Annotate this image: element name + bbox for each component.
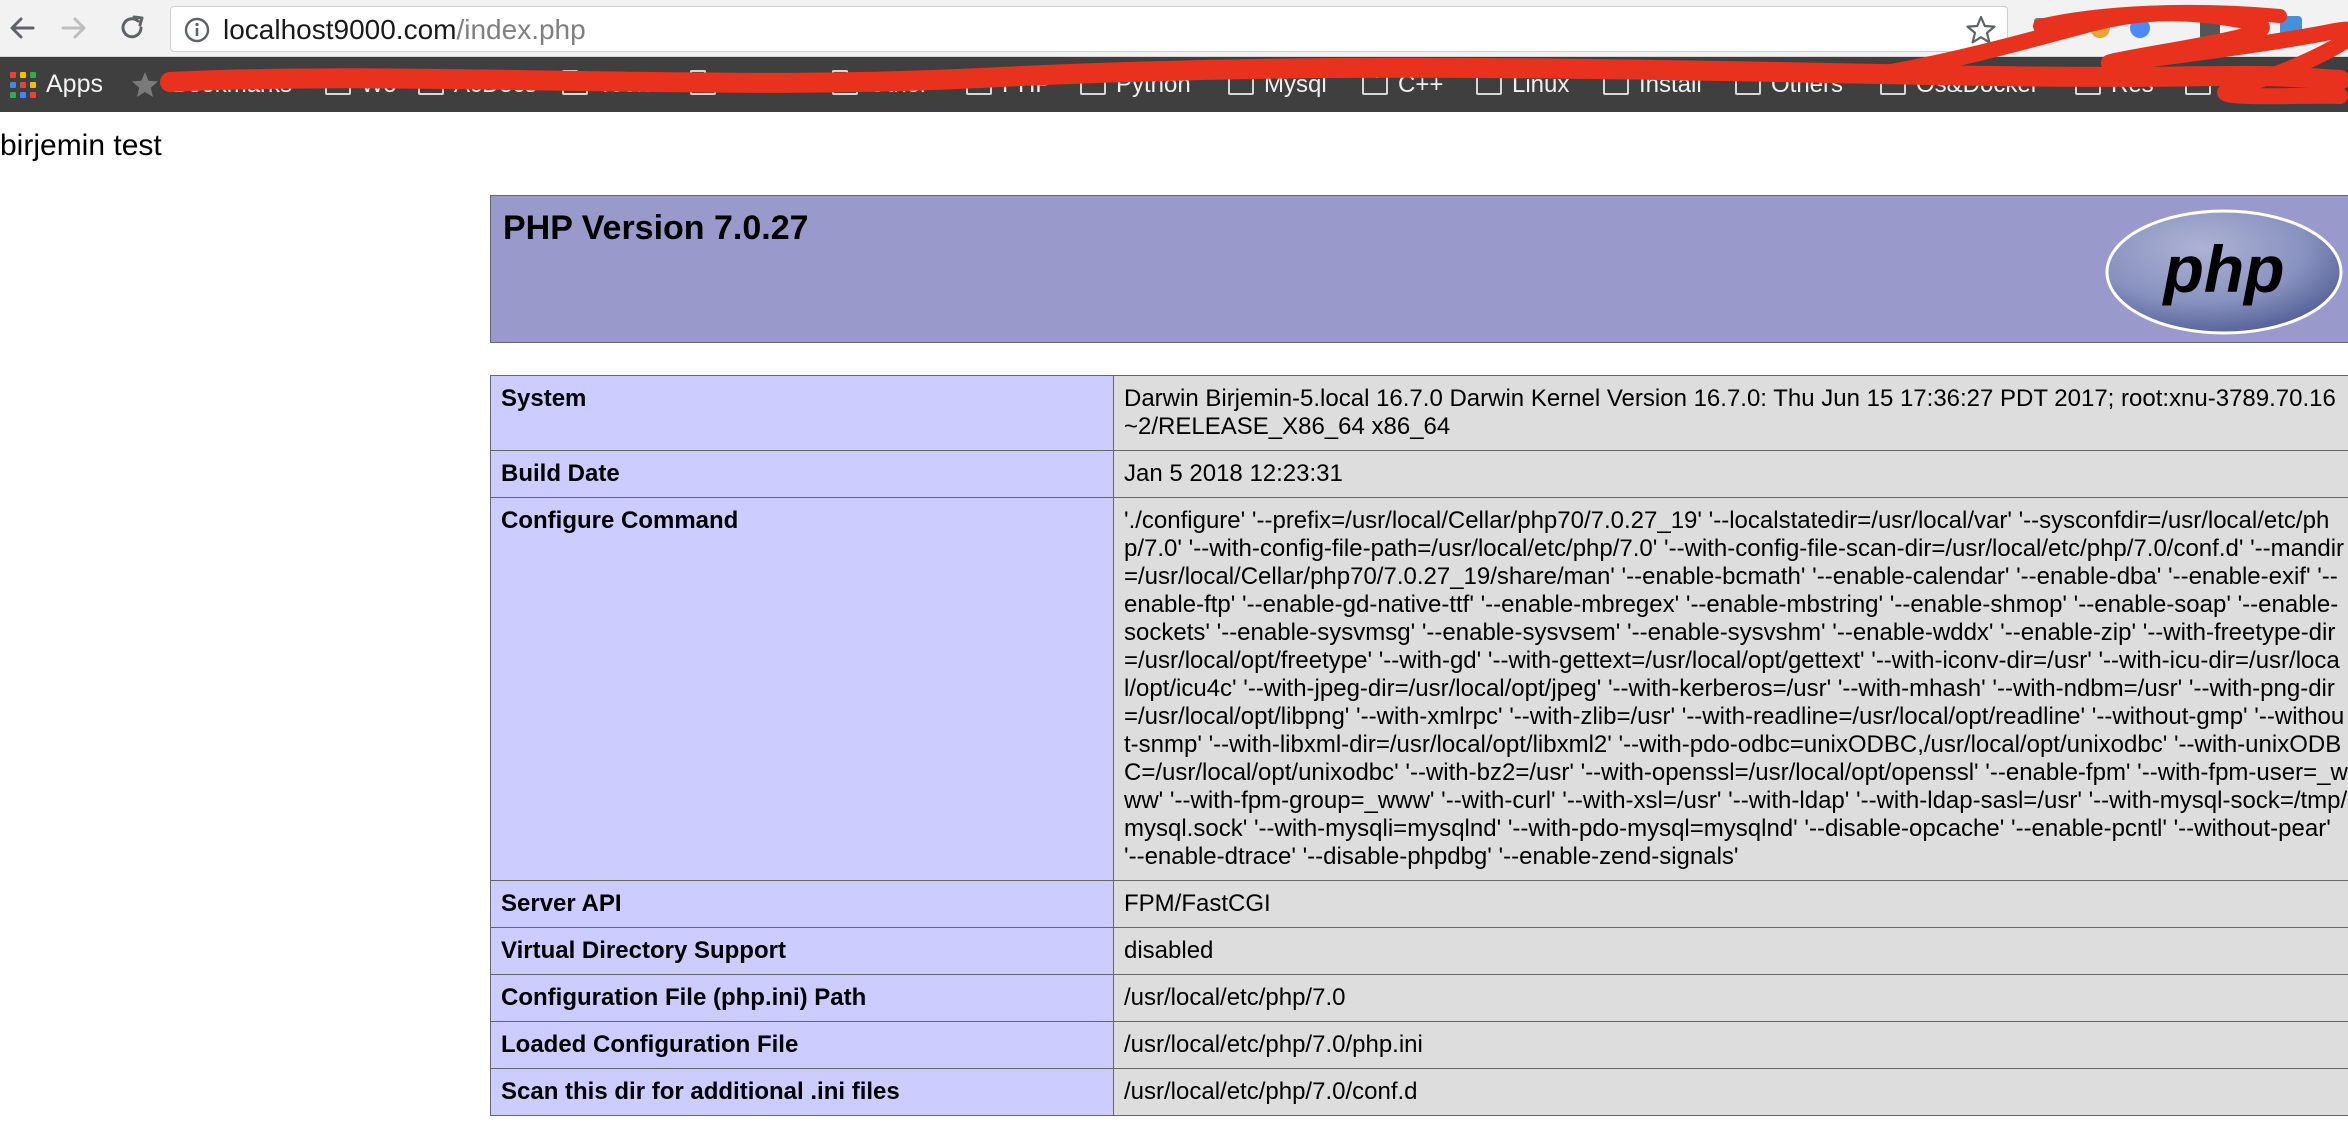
bookmark-label: Os&Docker bbox=[1916, 70, 2039, 98]
extensions-icon bbox=[2034, 16, 2302, 38]
folder-icon bbox=[1735, 69, 1761, 95]
phpinfo-table: System Darwin Birjemin-5.local 16.7.0 Da… bbox=[490, 375, 2348, 1116]
row-value: /usr/local/etc/php/7.0/php.ini bbox=[1113, 1021, 2348, 1069]
row-value: /usr/local/etc/php/7.0 bbox=[1113, 974, 2348, 1022]
bookmark-folder[interactable]: Other bbox=[832, 57, 928, 112]
bookmark-star-icon[interactable] bbox=[1965, 14, 1997, 46]
row-key: Scan this dir for additional .ini files bbox=[490, 1068, 1114, 1116]
table-row: Loaded Configuration File /usr/local/etc… bbox=[490, 1021, 2348, 1069]
bookmarks-bar: Apps Bookmarks Wo AcDocs Tools Github Ot… bbox=[0, 57, 2348, 112]
bookmark-folder[interactable]: Install bbox=[1603, 57, 1702, 112]
folder-icon bbox=[325, 69, 351, 95]
bookmark-label: Bookmarks bbox=[172, 70, 293, 98]
bookmark-folder[interactable]: Github bbox=[690, 57, 797, 112]
php-version-title: PHP Version 7.0.27 bbox=[503, 209, 809, 247]
row-value: FPM/FastCGI bbox=[1113, 880, 2348, 928]
bookmark-folder[interactable]: Tools bbox=[562, 57, 654, 112]
row-value: disabled bbox=[1113, 927, 2348, 975]
folder-icon bbox=[562, 69, 588, 95]
row-key: Loaded Configuration File bbox=[490, 1021, 1114, 1069]
row-key: Configure Command bbox=[490, 497, 1114, 881]
apps-label: Apps bbox=[46, 70, 103, 98]
php-logo-text: php bbox=[2162, 232, 2285, 306]
bookmark-label: Tools bbox=[598, 70, 655, 98]
bookmark-folder[interactable]: Wo bbox=[325, 57, 397, 112]
forward-button[interactable] bbox=[54, 8, 94, 48]
bookmark-item[interactable]: Bookmarks bbox=[172, 57, 292, 112]
bookmark-folder[interactable]: Mysql bbox=[1228, 57, 1327, 112]
folder-icon bbox=[966, 69, 992, 95]
folder-icon bbox=[1080, 69, 1106, 95]
star-icon bbox=[132, 72, 158, 97]
reload-icon bbox=[121, 15, 144, 39]
info-icon[interactable] bbox=[183, 16, 211, 44]
table-row: Scan this dir for additional .ini files … bbox=[490, 1068, 2348, 1116]
address-bar[interactable]: localhost9000.com/index.php bbox=[170, 6, 2008, 52]
back-arrow-icon bbox=[10, 17, 35, 39]
bookmark-label: AcDocs bbox=[454, 70, 537, 98]
bookmark-label: Mysql bbox=[1264, 70, 1327, 98]
table-row: Server API FPM/FastCGI bbox=[490, 880, 2348, 928]
folder-icon bbox=[1603, 69, 1629, 95]
bookmark-folder[interactable]: Os&Docker bbox=[1880, 57, 2039, 112]
row-key: Server API bbox=[490, 880, 1114, 928]
back-button[interactable] bbox=[2, 8, 42, 48]
page-heading: birjemin test bbox=[0, 129, 162, 162]
bookmark-label: Other bbox=[868, 70, 929, 98]
table-row: Virtual Directory Support disabled bbox=[490, 927, 2348, 975]
folder-icon bbox=[690, 69, 716, 95]
phpinfo-header: PHP Version 7.0.27 php bbox=[490, 195, 2348, 343]
bookmark-label: Wo bbox=[361, 70, 397, 98]
forward-arrow-icon bbox=[61, 17, 86, 39]
bookmark-label: Res bbox=[2111, 70, 2154, 98]
url-host: localhost9000.com bbox=[223, 14, 457, 45]
bookmark-folder[interactable]: Others bbox=[1735, 57, 1843, 112]
apps-shortcut[interactable]: Apps bbox=[10, 57, 103, 112]
row-key: Virtual Directory Support bbox=[490, 927, 1114, 975]
folder-icon bbox=[1362, 69, 1388, 95]
bookmark-label: Install bbox=[1639, 70, 1702, 98]
bookmark-label: Linux bbox=[1512, 70, 1570, 98]
bookmark-folder[interactable]: PHP bbox=[966, 57, 1051, 112]
bookmark-label: Github bbox=[726, 70, 797, 98]
folder-icon bbox=[1228, 69, 1254, 95]
row-value: /usr/local/etc/php/7.0/conf.d bbox=[1113, 1068, 2348, 1116]
phpinfo-container: PHP Version 7.0.27 php System Darwin Bir… bbox=[490, 195, 2348, 1116]
folder-icon bbox=[418, 69, 444, 95]
apps-grid-icon bbox=[10, 71, 36, 98]
bookmark-folder[interactable]: Git bbox=[2185, 57, 2252, 112]
row-key: System bbox=[490, 375, 1114, 451]
table-row: System Darwin Birjemin-5.local 16.7.0 Da… bbox=[490, 375, 2348, 451]
url-text[interactable]: localhost9000.com/index.php bbox=[223, 7, 586, 53]
bookmark-folder[interactable]: AcDocs bbox=[418, 57, 537, 112]
row-value: Jan 5 2018 12:23:31 bbox=[1113, 450, 2348, 498]
bookmark-label: Git bbox=[2221, 70, 2252, 98]
reload-button[interactable] bbox=[112, 8, 152, 48]
folder-icon bbox=[2185, 69, 2211, 95]
bookmark-folder[interactable]: Linux bbox=[1476, 57, 1569, 112]
bookmark-folder[interactable]: Res bbox=[2075, 57, 2154, 112]
folder-icon bbox=[832, 69, 858, 95]
browser-toolbar: localhost9000.com/index.php bbox=[0, 0, 2348, 57]
folder-icon bbox=[1476, 69, 1502, 95]
extension-icons[interactable] bbox=[2030, 10, 2340, 46]
folder-icon bbox=[2075, 69, 2101, 95]
table-row: Configure Command './configure' '--prefi… bbox=[490, 497, 2348, 881]
row-value: './configure' '--prefix=/usr/local/Cella… bbox=[1113, 497, 2348, 881]
row-key: Build Date bbox=[490, 450, 1114, 498]
url-path: /index.php bbox=[456, 14, 586, 45]
bookmark-label: Python bbox=[1116, 70, 1191, 98]
php-logo[interactable]: php bbox=[2104, 208, 2344, 336]
bookmark-folder[interactable]: Python bbox=[1080, 57, 1191, 112]
folder-icon bbox=[1880, 69, 1906, 95]
bookmark-label: Others bbox=[1771, 70, 1844, 98]
bookmark-folder[interactable]: C++ bbox=[1362, 57, 1443, 112]
row-value: Darwin Birjemin-5.local 16.7.0 Darwin Ke… bbox=[1113, 375, 2348, 451]
bookmark-label: PHP bbox=[1002, 70, 1052, 98]
row-key: Configuration File (php.ini) Path bbox=[490, 974, 1114, 1022]
table-row: Build Date Jan 5 2018 12:23:31 bbox=[490, 450, 2348, 498]
table-row: Configuration File (php.ini) Path /usr/l… bbox=[490, 974, 2348, 1022]
bookmark-label: C++ bbox=[1398, 70, 1444, 98]
